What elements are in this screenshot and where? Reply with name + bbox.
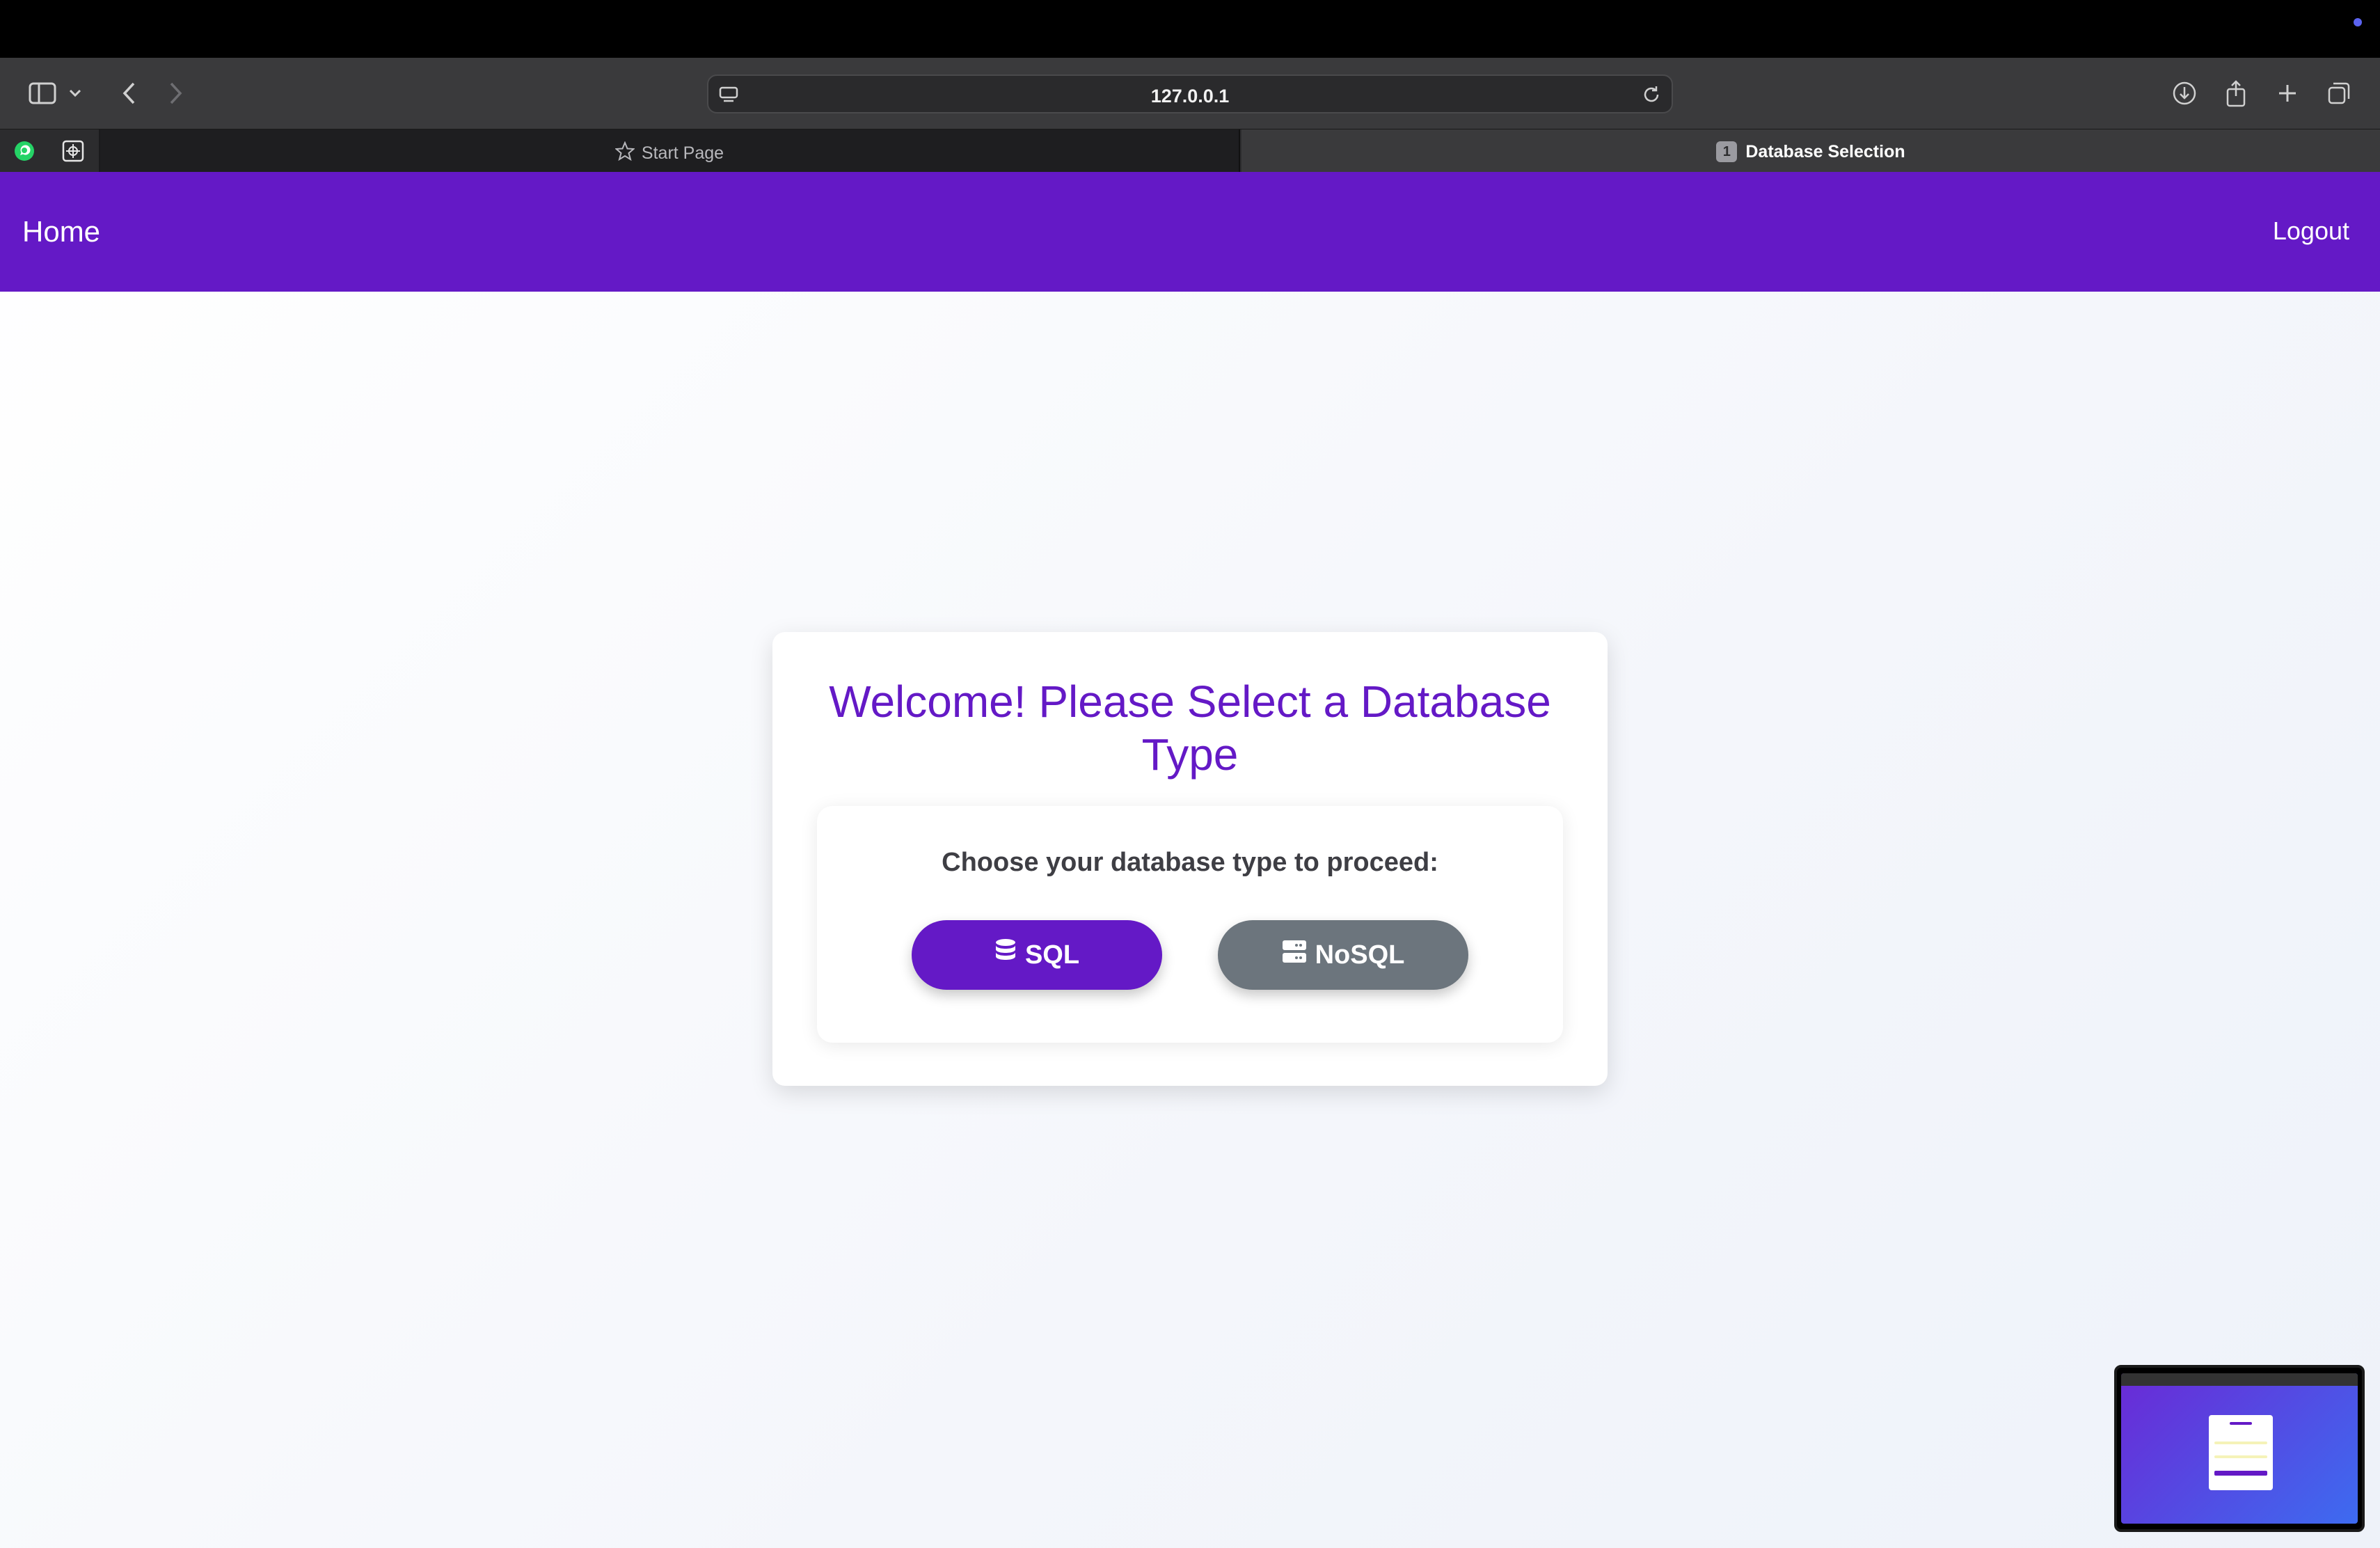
system-menubar xyxy=(0,0,2380,58)
share-icon[interactable] xyxy=(2217,74,2255,112)
status-dot xyxy=(2354,18,2362,26)
forward-icon[interactable] xyxy=(157,74,195,112)
nosql-button[interactable]: NoSQL xyxy=(1218,920,1468,990)
reload-icon[interactable] xyxy=(1641,84,1662,109)
selection-card: Welcome! Please Select a Database Type C… xyxy=(772,632,1608,1086)
thumbnail-screen xyxy=(2121,1373,2358,1524)
page-title: Welcome! Please Select a Database Type xyxy=(829,677,1551,780)
logout-link[interactable]: Logout xyxy=(2273,216,2349,246)
tab-label: Start Page xyxy=(641,143,724,163)
page-content: Home Logout Welcome! Please Select a Dat… xyxy=(0,172,2380,1548)
tab-database-selection[interactable]: 1 Database Selection xyxy=(1241,129,2380,173)
url-text[interactable]: 127.0.0.1 xyxy=(708,86,1672,107)
star-icon xyxy=(614,141,635,166)
chevron-down-icon[interactable] xyxy=(61,74,89,112)
tab-badge: 1 xyxy=(1716,141,1738,162)
tab-bar: Start Page 1 Database Selection xyxy=(0,129,2380,173)
database-icon xyxy=(994,938,1017,972)
navbar: Home Logout xyxy=(0,172,2380,292)
server-icon xyxy=(1282,940,1307,970)
choice-panel: Choose your database type to proceed: SQ… xyxy=(817,806,1563,1043)
nosql-label: NoSQL xyxy=(1315,940,1405,970)
whatsapp-icon[interactable] xyxy=(8,135,40,167)
browser-toolbar: 127.0.0.1 xyxy=(0,58,2380,129)
extension-icon[interactable] xyxy=(57,135,89,167)
tab-start-page[interactable]: Start Page xyxy=(100,129,1240,173)
sidebar-toggle-icon[interactable] xyxy=(24,74,61,112)
choice-prompt: Choose your database type to proceed: xyxy=(942,848,1438,877)
tab-label: Database Selection xyxy=(1745,141,1905,161)
address-bar[interactable]: 127.0.0.1 xyxy=(707,74,1673,113)
new-tab-icon[interactable] xyxy=(2269,74,2306,112)
sql-label: SQL xyxy=(1024,940,1080,970)
thumbnail-card xyxy=(2209,1415,2273,1490)
sql-button[interactable]: SQL xyxy=(912,920,1162,990)
back-icon[interactable] xyxy=(110,74,148,112)
tab-overview-icon[interactable] xyxy=(2320,74,2358,112)
thumbnail-toolbar xyxy=(2121,1373,2358,1386)
screen-preview-thumbnail[interactable] xyxy=(2114,1365,2365,1532)
home-link[interactable]: Home xyxy=(22,215,100,248)
download-icon[interactable] xyxy=(2166,74,2203,112)
